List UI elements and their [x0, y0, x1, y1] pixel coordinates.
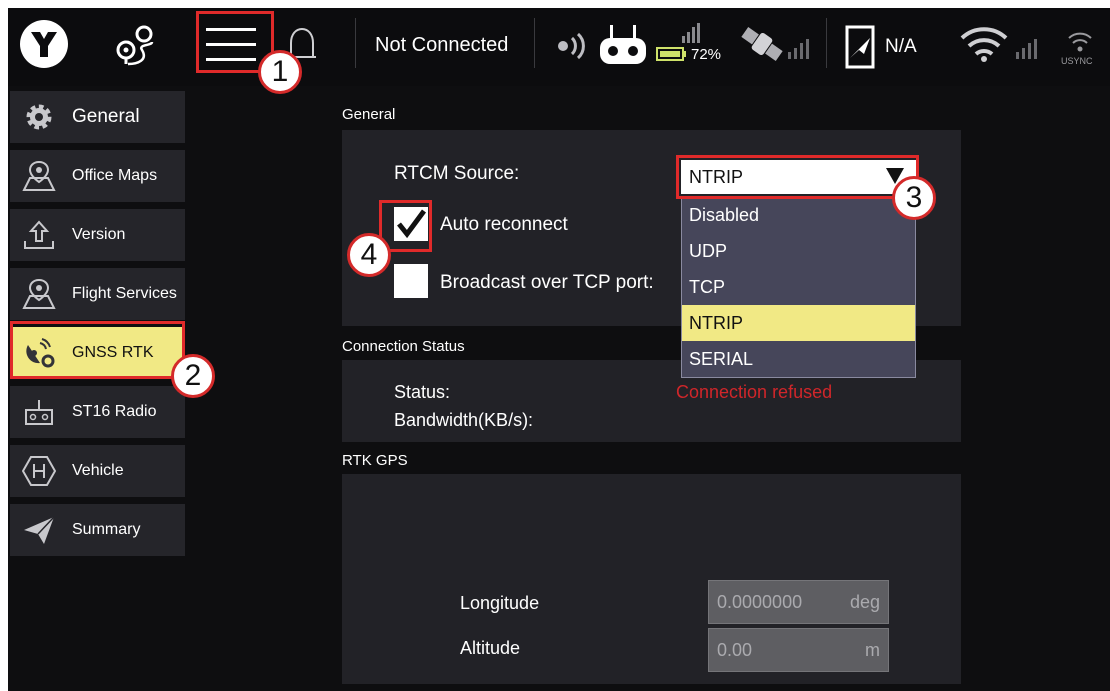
usync-label: USYNC	[1061, 56, 1093, 66]
rtcm-option-serial[interactable]: SERIAL	[682, 341, 915, 377]
gps-satellite-icon	[741, 27, 783, 61]
route-plan-icon[interactable]	[108, 20, 160, 70]
sidebar-item-label: Summary	[72, 521, 141, 538]
sidebar-item-label: Vehicle	[72, 462, 124, 479]
toolbar-divider	[534, 18, 535, 68]
sidebar-item-label: Flight Services	[72, 285, 177, 302]
map-pin-icon	[22, 160, 56, 191]
drone-battery-icon	[845, 25, 875, 69]
altitude-unit: m	[865, 640, 880, 660]
rc-signal-bars-icon	[682, 23, 700, 43]
longitude-field[interactable]: 0.0000000 deg	[708, 580, 889, 624]
bandwidth-label: Bandwidth(KB/s):	[394, 410, 534, 430]
wifi-signal-bars-icon	[1016, 39, 1037, 59]
map-pin-icon	[22, 278, 56, 309]
rtk-gps-panel: Longitude 0.0000000 deg Altitude 0.00 m	[342, 474, 961, 684]
altitude-label: Altitude	[460, 638, 521, 658]
sidebar-item-label: Version	[72, 226, 126, 243]
yuneec-logo-icon[interactable]	[19, 19, 69, 69]
callout-badge-1: 1	[258, 50, 302, 94]
section-title-connection-status: Connection Status	[342, 338, 465, 355]
usync-icon	[1068, 32, 1092, 52]
top-toolbar: Not Connected 72% N/A USYNC	[8, 8, 1110, 86]
altitude-field[interactable]: 0.00 m	[708, 628, 889, 672]
rtcm-option-ntrip[interactable]: NTRIP	[682, 305, 915, 341]
sidebar-item-label: General	[72, 106, 140, 127]
upload-icon	[24, 220, 54, 249]
rtcm-option-tcp[interactable]: TCP	[682, 269, 915, 305]
sidebar-item-st16-radio[interactable]: ST16 Radio	[10, 386, 185, 438]
callout-highlight-rtcm-source	[676, 155, 919, 199]
section-title-rtk-gps: RTK GPS	[342, 452, 408, 469]
sidebar-item-general[interactable]: General	[10, 91, 185, 143]
paper-plane-icon	[24, 516, 55, 544]
longitude-unit: deg	[849, 592, 880, 612]
status-label: Status:	[394, 382, 451, 402]
callout-highlight-gnss-rtk	[10, 321, 185, 379]
section-title-general: General	[342, 106, 396, 123]
rtcm-option-disabled[interactable]: Disabled	[682, 197, 915, 233]
battery-percent: 72%	[691, 46, 722, 63]
broadcast-tcp-checkbox[interactable]	[394, 264, 428, 298]
gear-icon	[26, 104, 52, 130]
sidebar-item-flight-services[interactable]: Flight Services	[10, 268, 185, 320]
status-value: Connection refused	[676, 382, 833, 402]
app-window: Not Connected 72% N/A USYNC General Offi…	[8, 8, 1110, 691]
wifi-icon	[960, 27, 1008, 62]
remote-controller-icon	[600, 25, 646, 64]
sidebar-item-office-maps[interactable]: Office Maps	[10, 150, 185, 202]
sidebar-item-vehicle[interactable]: Vehicle	[10, 445, 185, 497]
hexagon-h-icon	[22, 456, 56, 486]
rtcm-source-label: RTCM Source:	[394, 163, 520, 184]
callout-badge-4: 4	[347, 233, 391, 277]
rtcm-source-dropdown: Disabled UDP TCP NTRIP SERIAL	[681, 196, 916, 378]
radio-controller-icon	[25, 400, 53, 425]
sidebar-item-label: Office Maps	[72, 167, 158, 184]
rtcm-option-udp[interactable]: UDP	[682, 233, 915, 269]
callout-badge-2: 2	[171, 354, 215, 398]
battery-icon	[656, 47, 686, 61]
auto-reconnect-label: Auto reconnect	[440, 214, 568, 235]
sidebar-item-summary[interactable]: Summary	[10, 504, 185, 556]
toolbar-divider	[826, 18, 827, 68]
altitude-value: 0.00	[717, 640, 753, 660]
toolbar-divider	[355, 18, 356, 68]
broadcast-tcp-label: Broadcast over TCP port:	[440, 272, 654, 293]
longitude-label: Longitude	[460, 593, 540, 613]
sidebar-item-version[interactable]: Version	[10, 209, 185, 261]
connection-status: Not Connected	[375, 34, 509, 56]
flight-state: N/A	[885, 36, 917, 57]
callout-badge-3: 3	[892, 176, 936, 220]
gps-signal-bars-icon	[788, 39, 809, 59]
sidebar-item-label: ST16 Radio	[72, 403, 157, 420]
radio-signal-icon	[558, 32, 585, 60]
longitude-value: 0.0000000	[717, 592, 803, 612]
